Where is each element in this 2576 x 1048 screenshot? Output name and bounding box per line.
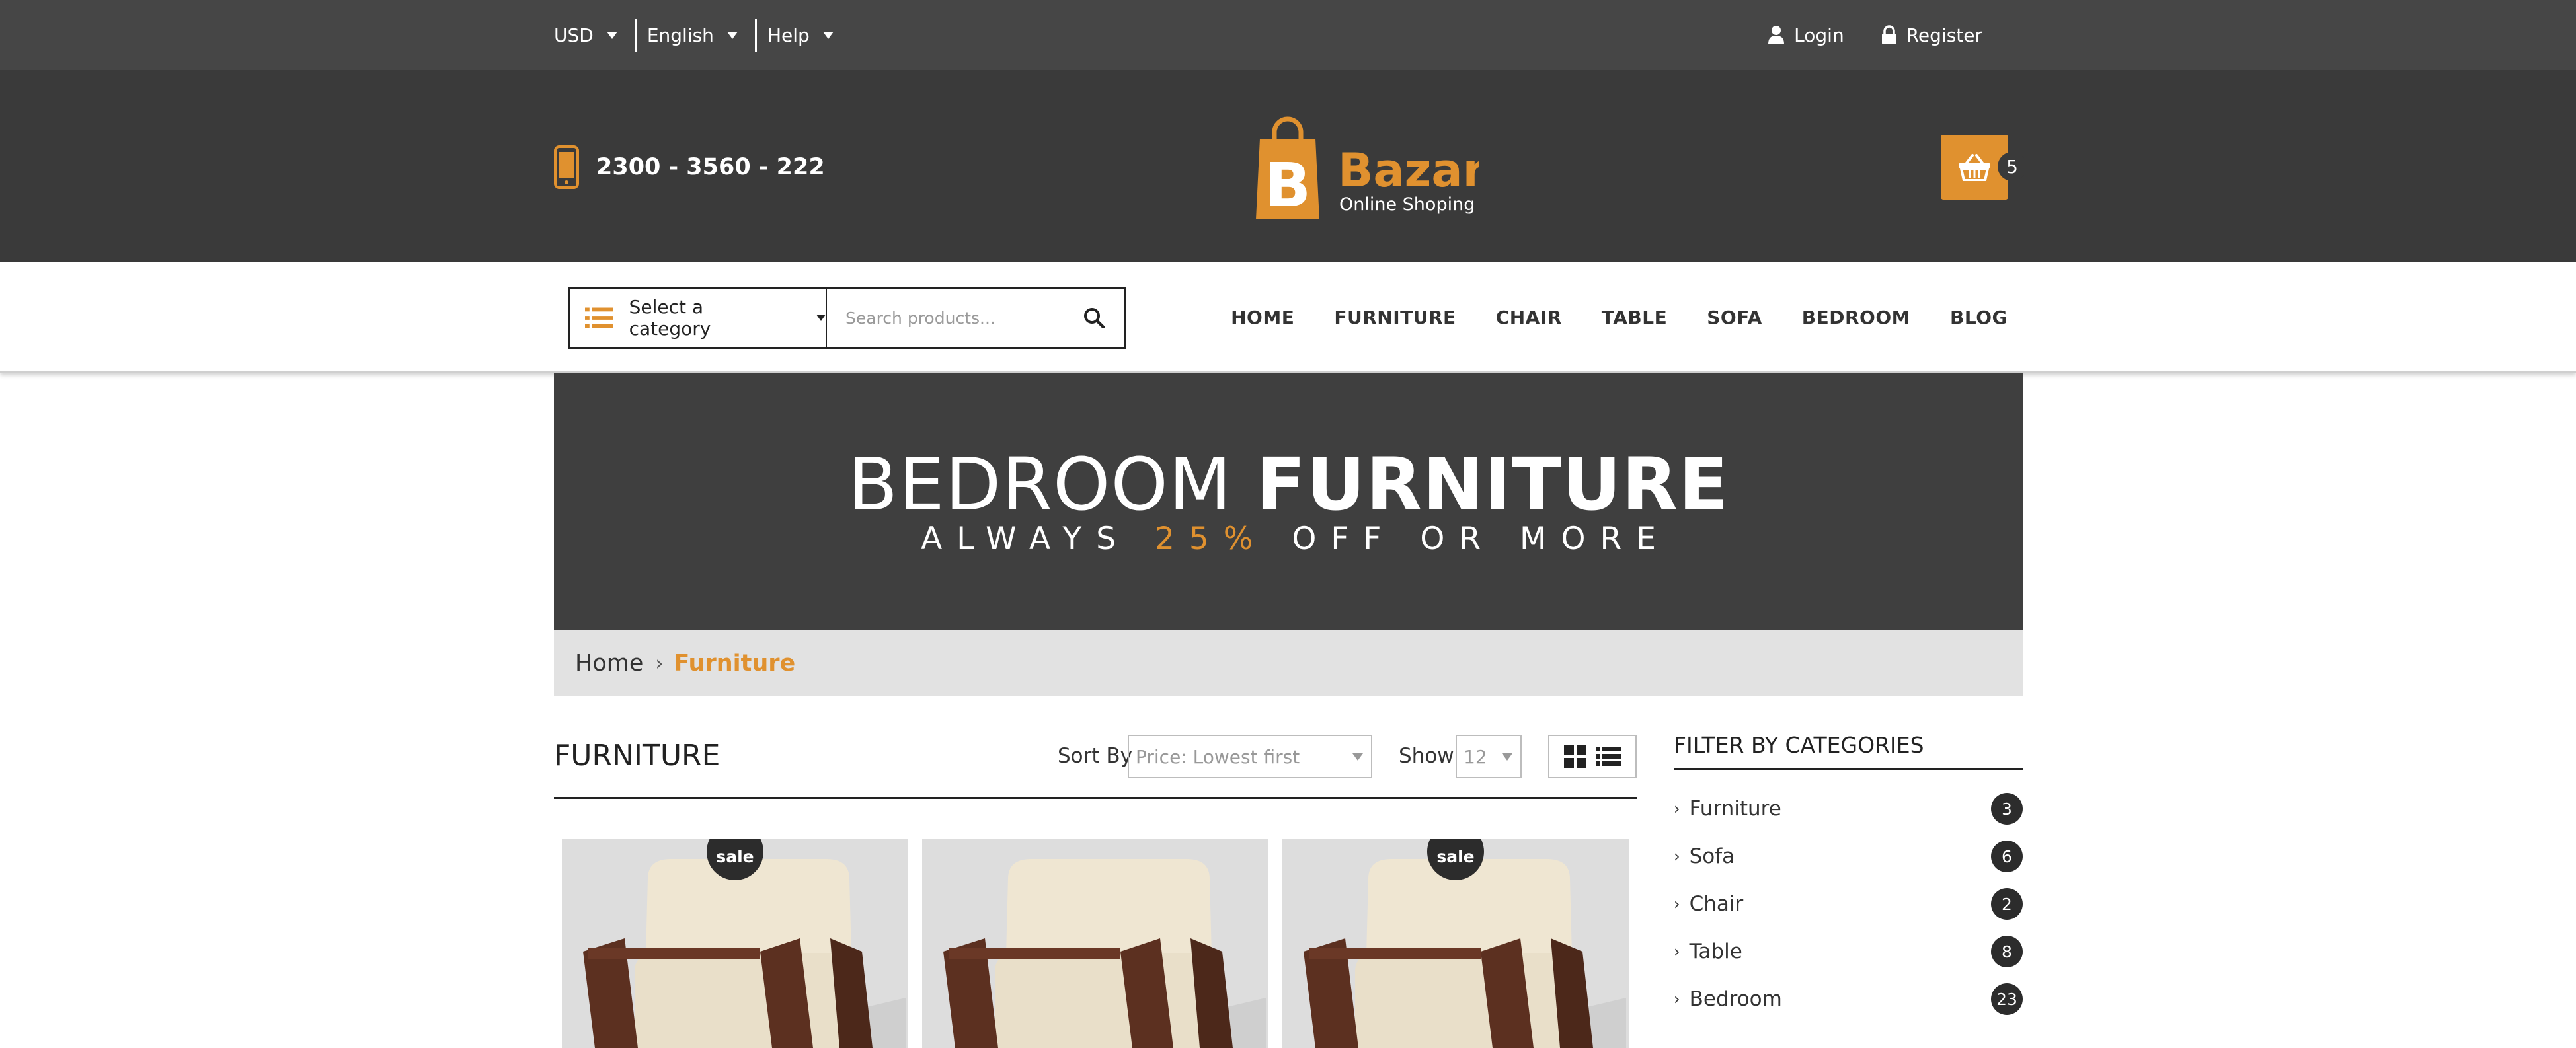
- help-label: Help: [767, 24, 810, 46]
- site-header: 2300 - 3560 - 222 B Bazar Online Shoping…: [0, 70, 2576, 262]
- show-label: Show: [1399, 744, 1454, 768]
- bazar-logo: B Bazar Online Shoping: [1256, 116, 1486, 221]
- banner-title: BEDROOM FURNITURE: [554, 448, 2023, 521]
- category-label: Furniture: [1689, 797, 1781, 821]
- menu-blog[interactable]: BLOG: [1950, 307, 2008, 328]
- lock-icon: [1881, 25, 1896, 44]
- category-count-badge: 2: [1991, 888, 2023, 920]
- banner-sub-after: OFF OR MORE: [1267, 521, 1670, 557]
- language-dropdown[interactable]: English: [634, 19, 755, 52]
- cart-count-badge: 5: [1998, 152, 2027, 181]
- category-count-badge: 8: [1991, 936, 2023, 967]
- top-bar: USD English Help Login Register: [0, 0, 2576, 70]
- menu-chair[interactable]: CHAIR: [1496, 307, 1562, 328]
- logo-tagline: Online Shoping: [1339, 194, 1475, 215]
- product-card[interactable]: sale: [1282, 839, 1629, 1048]
- chevron-right-icon: ›: [1674, 990, 1680, 1008]
- menu-furniture[interactable]: FURNITURE: [1334, 307, 1456, 328]
- login-link[interactable]: Login: [1768, 24, 1844, 46]
- menu-sofa[interactable]: SOFA: [1707, 307, 1762, 328]
- search-icon[interactable]: [1083, 307, 1105, 328]
- site-logo[interactable]: B Bazar Online Shoping: [1255, 112, 1486, 225]
- sort-select-value: Price: Lowest first: [1136, 745, 1300, 768]
- grid-view-icon[interactable]: [1564, 745, 1586, 768]
- category-item-sofa[interactable]: › Sofa 6: [1674, 833, 2023, 880]
- category-label: Chair: [1689, 892, 1744, 916]
- category-count-badge: 3: [1991, 793, 2023, 825]
- caret-down-icon: [816, 315, 826, 321]
- category-select-label: Select a category: [629, 296, 711, 340]
- banner-title-light: BEDROOM: [847, 442, 1232, 527]
- chevron-right-icon: ›: [1674, 800, 1680, 818]
- account-links: Login Register: [1768, 0, 1982, 70]
- banner-subtitle: ALWAYS 25% OFF OR MORE: [554, 521, 2023, 557]
- search-input[interactable]: [827, 289, 1124, 347]
- menu-home[interactable]: HOME: [1231, 307, 1294, 328]
- promo-banner: BEDROOM FURNITURE ALWAYS 25% OFF OR MORE: [554, 373, 2023, 630]
- category-item-chair[interactable]: › Chair 2: [1674, 880, 2023, 928]
- currency-dropdown[interactable]: USD: [554, 19, 635, 52]
- product-card[interactable]: [922, 839, 1268, 1048]
- breadcrumb: Home › Furniture: [554, 630, 2023, 696]
- currency-label: USD: [554, 24, 594, 46]
- chair-image: [922, 839, 1268, 1048]
- category-item-bedroom[interactable]: › Bedroom 23: [1674, 975, 2023, 1023]
- main-nav-bar: Select a category HOME FURNITURE CHAIR T…: [0, 262, 2576, 373]
- category-label: Table: [1689, 940, 1742, 963]
- register-link[interactable]: Register: [1881, 24, 1982, 46]
- list-icon: [585, 307, 613, 328]
- caret-down-icon: [1352, 753, 1363, 761]
- main-menu: HOME FURNITURE CHAIR TABLE SOFA BEDROOM …: [1231, 262, 2008, 373]
- caret-down-icon: [822, 31, 834, 39]
- show-count-select[interactable]: 12: [1456, 735, 1522, 778]
- banner-sub-before: ALWAYS: [921, 521, 1155, 557]
- logo-letter: B: [1265, 150, 1311, 221]
- phone-icon: [554, 145, 579, 189]
- menu-table[interactable]: TABLE: [1602, 307, 1667, 328]
- product-search: Select a category: [568, 287, 1126, 349]
- login-label: Login: [1794, 24, 1844, 46]
- filter-title: FILTER BY CATEGORIES: [1674, 732, 1924, 758]
- top-bar-selectors: USD English Help: [554, 0, 851, 70]
- listing-title: FURNITURE: [554, 739, 721, 772]
- chevron-right-icon: ›: [655, 652, 664, 675]
- register-label: Register: [1906, 24, 1982, 46]
- category-count-badge: 23: [1991, 983, 2023, 1015]
- user-icon: [1768, 26, 1785, 44]
- show-count-value: 12: [1464, 745, 1487, 768]
- view-toggle: [1548, 735, 1637, 778]
- chevron-right-icon: ›: [1674, 895, 1680, 913]
- banner-sub-accent: 25%: [1155, 521, 1268, 557]
- basket-icon: [1959, 154, 1990, 181]
- category-filter-list: › Furniture 3 › Sofa 6 › Chair 2 › Table 8 ›…: [1674, 785, 2023, 1023]
- menu-bedroom[interactable]: BEDROOM: [1802, 307, 1910, 328]
- category-label: Bedroom: [1689, 987, 1782, 1011]
- help-dropdown[interactable]: Help: [754, 19, 851, 52]
- sort-label: Sort By: [1058, 744, 1133, 768]
- chevron-right-icon: ›: [1674, 847, 1680, 866]
- caret-down-icon: [726, 31, 738, 39]
- banner-title-bold: FURNITURE: [1255, 442, 1729, 527]
- chevron-right-icon: ›: [1674, 942, 1680, 961]
- filter-divider: [1674, 768, 2023, 770]
- listing-divider: [554, 797, 1637, 799]
- phone-number: 2300 - 3560 - 222: [596, 154, 825, 180]
- category-item-table[interactable]: › Table 8: [1674, 928, 2023, 975]
- sort-select[interactable]: Price: Lowest first: [1128, 735, 1372, 778]
- caret-down-icon: [606, 31, 617, 39]
- category-item-furniture[interactable]: › Furniture 3: [1674, 785, 2023, 833]
- category-count-badge: 6: [1991, 841, 2023, 872]
- language-label: English: [646, 24, 714, 46]
- category-label: Sofa: [1689, 844, 1735, 868]
- product-card[interactable]: sale: [562, 839, 908, 1048]
- logo-name: Bazar: [1338, 143, 1479, 198]
- breadcrumb-home[interactable]: Home: [575, 650, 643, 677]
- breadcrumb-current: Furniture: [674, 650, 796, 677]
- category-select[interactable]: Select a category: [570, 289, 827, 347]
- caret-down-icon: [1502, 753, 1512, 761]
- phone-contact: 2300 - 3560 - 222: [554, 145, 825, 189]
- list-view-icon[interactable]: [1596, 747, 1621, 767]
- search-field: [827, 289, 1124, 347]
